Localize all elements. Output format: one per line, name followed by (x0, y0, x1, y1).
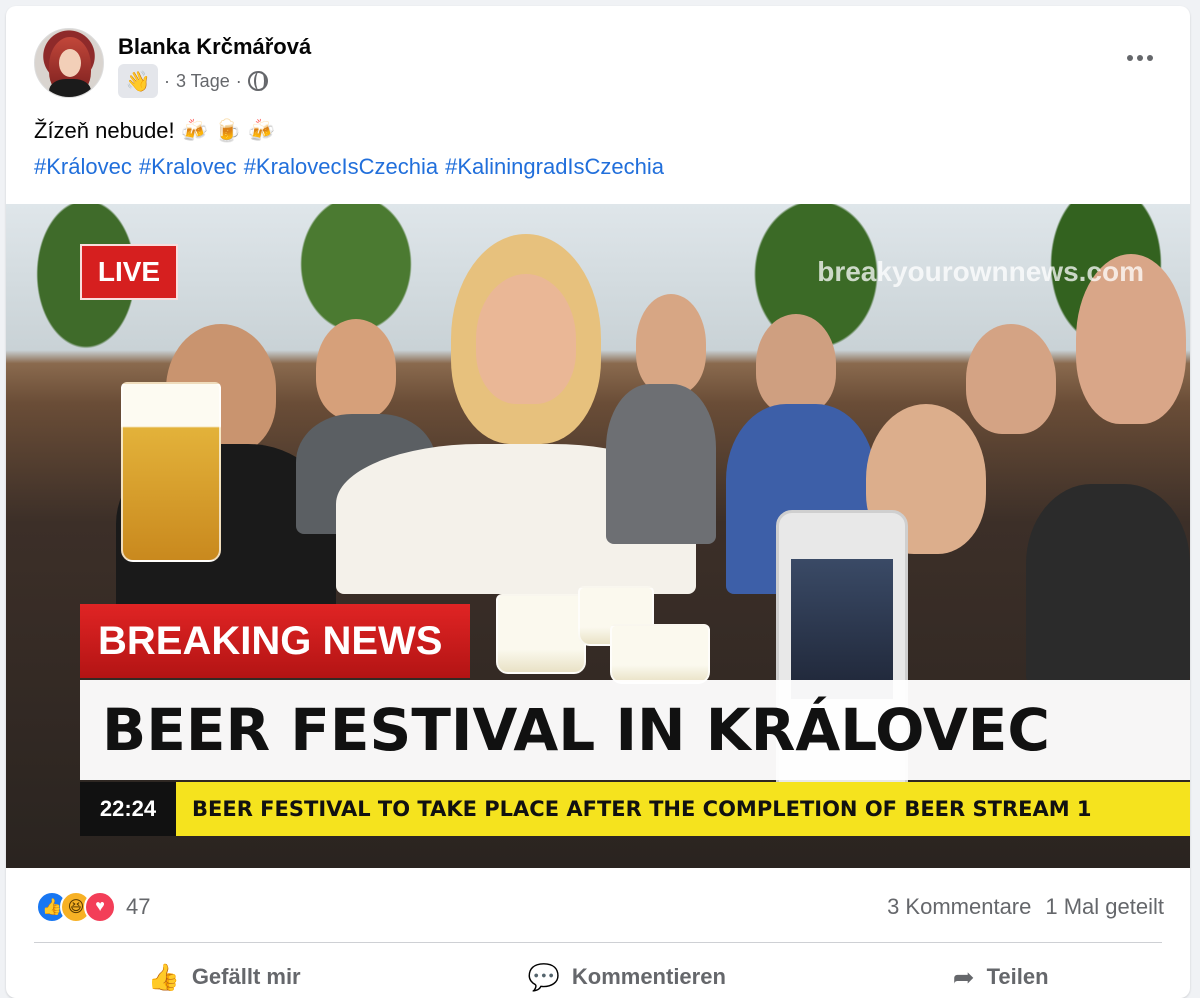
beer-mug (121, 382, 221, 562)
like-button[interactable]: 👍 Gefällt mir (127, 956, 320, 998)
post-meta: 👋 · 3 Tage · (118, 64, 268, 98)
hashtag-list: #Královec #Kralovec #KralovecIsCzechia #… (34, 154, 664, 180)
ticker-text: BEER FESTIVAL TO TAKE PLACE AFTER THE CO… (176, 782, 1190, 836)
hashtag-link[interactable]: #KaliningradIsCzechia (445, 154, 664, 180)
post-card: Blanka Krčmářová 👋 · 3 Tage · Žízeň nebu… (6, 6, 1190, 998)
post-time[interactable]: 3 Tage (176, 71, 230, 92)
comment-button-label: Kommentieren (571, 964, 726, 989)
headline: BEER FESTIVAL IN KRÁLOVEC (80, 680, 1190, 780)
breaking-news-label: BREAKING NEWS (80, 604, 470, 678)
crowd-person (1026, 484, 1190, 684)
globe-icon[interactable] (247, 71, 268, 91)
avatar[interactable] (34, 28, 104, 98)
crowd-person (316, 319, 396, 419)
comment-bubble-icon: 💬 (527, 961, 560, 992)
hashtag-link[interactable]: #KralovecIsCzechia (244, 154, 438, 180)
comment-count-link[interactable]: 3 Kommentare (887, 894, 1031, 920)
divider (34, 942, 1162, 943)
share-count-link[interactable]: 1 Mal geteilt (1045, 894, 1164, 920)
reaction-summary[interactable]: 👍 😆 ♥ 47 (36, 890, 150, 924)
beer-mug (610, 624, 710, 684)
live-badge: LIVE (80, 244, 178, 300)
post-photo[interactable]: LIVE breakyourownnews.com BREAKING NEWS … (6, 204, 1190, 868)
watermark: breakyourownnews.com (817, 256, 1144, 287)
reaction-count: 47 (126, 894, 151, 919)
phone-screen (791, 559, 893, 699)
share-button[interactable]: ➦ Teilen (933, 956, 1069, 998)
author-name[interactable]: Blanka Krčmářová (118, 34, 311, 60)
action-bar: 👍 Gefällt mir 💬 Kommentieren ➦ Teilen (34, 952, 1162, 998)
avatar-face (59, 49, 81, 77)
meta-separator: · (164, 70, 170, 91)
like-button-label: Gefällt mir (191, 964, 301, 989)
ticker-time: 22:24 (80, 782, 176, 836)
thumbs-up-icon: 👍 (147, 961, 180, 992)
avatar-body (49, 79, 91, 97)
share-arrow-icon: ➦ (952, 961, 975, 992)
hashtag-link[interactable]: #Kralovec (139, 154, 237, 180)
post-text: Žízeň nebude! 🍻 🍺 🍻 (34, 118, 276, 143)
love-reaction-icon: ♥ (84, 891, 116, 923)
share-button-label: Teilen (986, 964, 1049, 989)
crowd-person (476, 274, 576, 404)
crowd-person (756, 314, 836, 414)
hashtag-link[interactable]: #Královec (34, 154, 132, 180)
crowd-person (966, 324, 1056, 434)
meta-separator: · (235, 70, 242, 91)
beer-mug (496, 594, 586, 674)
comment-button[interactable]: 💬 Kommentieren (508, 956, 746, 998)
crowd-person (636, 294, 706, 394)
crowd-person (606, 384, 716, 544)
engagement-stats: 3 Kommentare 1 Mal geteilt (887, 894, 1164, 920)
wave-hand-icon[interactable]: 👋 (118, 64, 158, 98)
more-options-icon[interactable] (1120, 46, 1160, 70)
